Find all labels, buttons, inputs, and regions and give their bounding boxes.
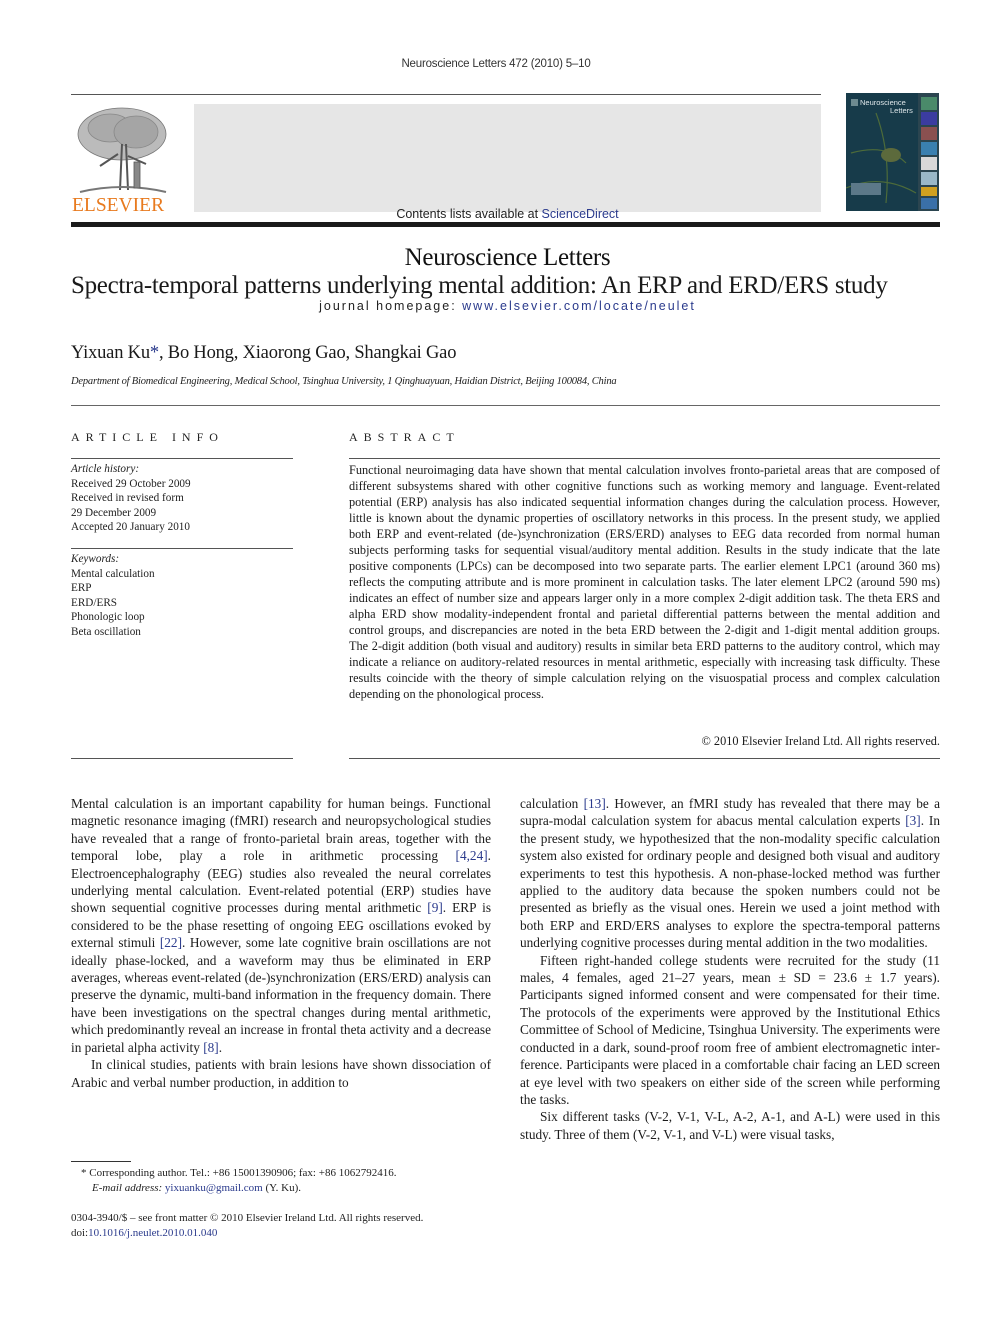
citation-link[interactable]: [13]: [584, 796, 606, 811]
elsevier-logo[interactable]: ELSEVIER: [70, 104, 174, 216]
paragraph: Fifteen right-handed college students we…: [520, 952, 940, 1107]
sciencedirect-link[interactable]: ScienceDirect: [542, 207, 619, 221]
homepage-prefix: journal homepage:: [319, 299, 463, 313]
affiliation: Department of Biomedical Engineering, Me…: [71, 376, 617, 387]
email-line: E-mail address: yixuanku@gmail.com (Y. K…: [71, 1181, 491, 1196]
citation-link[interactable]: [3]: [905, 813, 921, 828]
paragraph: Mental calculation is an important capab…: [71, 795, 491, 1056]
journal-banner: Contents lists available at ScienceDirec…: [194, 104, 821, 313]
journal-cover[interactable]: Neuroscience Letters: [846, 93, 939, 211]
corresponding-author-marker[interactable]: *: [150, 343, 159, 363]
text-run: calculation: [520, 796, 584, 811]
text-run: . However, some late cognitive brain osc…: [71, 935, 491, 1055]
email-link[interactable]: yixuanku@gmail.com: [165, 1182, 263, 1194]
email-label: E-mail address:: [92, 1182, 163, 1194]
abstract-heading: ABSTRACT: [349, 430, 460, 444]
history-entry: Received in revised form: [71, 492, 184, 504]
keyword: ERD/ERS: [71, 596, 118, 609]
header-rule: [71, 94, 821, 95]
other-authors: , Bo Hong, Xiaorong Gao, Shangkai Gao: [158, 343, 457, 363]
paragraph: In clinical studies, patients with brain…: [71, 1057, 491, 1090]
article-history: Article history: Received 29 October 200…: [71, 462, 293, 535]
citation-link[interactable]: [9]: [427, 900, 443, 915]
article-info-rule: [71, 458, 293, 459]
article-info-bottom-rule: [71, 758, 293, 759]
front-matter: 0304-3940/$ – see front matter © 2010 El…: [71, 1211, 491, 1241]
body-column-left: Mental calculation is an important capab…: [71, 795, 491, 1091]
history-entry: 29 December 2009: [71, 506, 157, 519]
elsevier-wordmark: ELSEVIER: [72, 195, 164, 214]
journal-title: Neuroscience Letters: [404, 244, 611, 271]
history-entry: Accepted 20 January 2010: [71, 521, 190, 533]
abstract-copyright: © 2010 Elsevier Ireland Ltd. All rights …: [701, 734, 940, 748]
doi-link[interactable]: 10.1016/j.neulet.2010.01.040: [88, 1227, 217, 1239]
corresponding-author-text: Corresponding author. Tel.: +86 15001390…: [89, 1167, 397, 1179]
keywords-rule: [71, 548, 293, 549]
contents-prefix: Contents lists available at: [396, 207, 542, 221]
homepage-line: journal homepage: www.elsevier.com/locat…: [194, 299, 821, 313]
citation-link[interactable]: [8]: [203, 1040, 219, 1055]
citation-link[interactable]: [4,24]: [456, 848, 488, 863]
homepage-link[interactable]: www.elsevier.com/locate/neulet: [462, 299, 696, 313]
footnote: * Corresponding author. Tel.: +86 150013…: [71, 1166, 491, 1196]
footnote-rule: [71, 1161, 131, 1162]
keyword: Beta oscillation: [71, 625, 141, 638]
email-suffix: (Y. Ku).: [262, 1182, 302, 1194]
contents-line: Contents lists available at ScienceDirec…: [194, 207, 821, 221]
history-entry: Received 29 October 2009: [71, 477, 191, 490]
citation-link[interactable]: [22]: [160, 935, 182, 950]
paper-title: Spectra-temporal patterns underlying men…: [71, 272, 888, 299]
abstract-rule: [349, 458, 940, 459]
abstract-bottom-rule: [349, 758, 940, 759]
doi-line: doi:10.1016/j.neulet.2010.01.040: [71, 1226, 491, 1241]
text-run: . In the present study, we hypothesized …: [520, 813, 940, 951]
cover-title-line2: Letters: [890, 106, 913, 115]
paragraph: Six different tasks (V-2, V-1, V-L, A-2,…: [520, 1109, 940, 1142]
keyword: Mental calculation: [71, 567, 155, 580]
issn-line: 0304-3940/$ – see front matter © 2010 El…: [71, 1212, 424, 1224]
text-run: .: [218, 1039, 223, 1055]
tree-icon: ELSEVIER: [72, 107, 167, 216]
keywords-label: Keywords:: [71, 553, 120, 565]
footnote-marker: *: [81, 1167, 87, 1179]
corresponding-author-note: * Corresponding author. Tel.: +86 150013…: [71, 1166, 491, 1181]
abstract-text: Functional neuroimaging data have shown …: [349, 463, 940, 701]
article-info-heading: ARTICLE INFO: [71, 430, 224, 444]
first-author: Yixuan Ku: [71, 343, 150, 363]
keyword: Phonologic loop: [71, 611, 145, 623]
cover-image-icon: Neuroscience Letters: [846, 93, 939, 211]
keywords: Keywords: Mental calculation ERP ERD/ERS…: [71, 552, 293, 639]
affiliation-rule: [71, 405, 940, 406]
keyword: ERP: [71, 582, 92, 594]
body-column-right: calculation [13]. However, an fMRI study…: [520, 795, 940, 1143]
author-list: Yixuan Ku*, Bo Hong, Xiaorong Gao, Shang…: [71, 343, 456, 364]
running-head: Neuroscience Letters 472 (2010) 5–10: [401, 58, 591, 70]
header-thick-rule: [71, 222, 940, 227]
doi-prefix: doi:: [71, 1227, 89, 1239]
paragraph: calculation [13]. However, an fMRI study…: [520, 795, 940, 952]
text-run: Mental calculation is an important capab…: [71, 796, 491, 864]
article-history-label: Article history:: [71, 463, 140, 475]
